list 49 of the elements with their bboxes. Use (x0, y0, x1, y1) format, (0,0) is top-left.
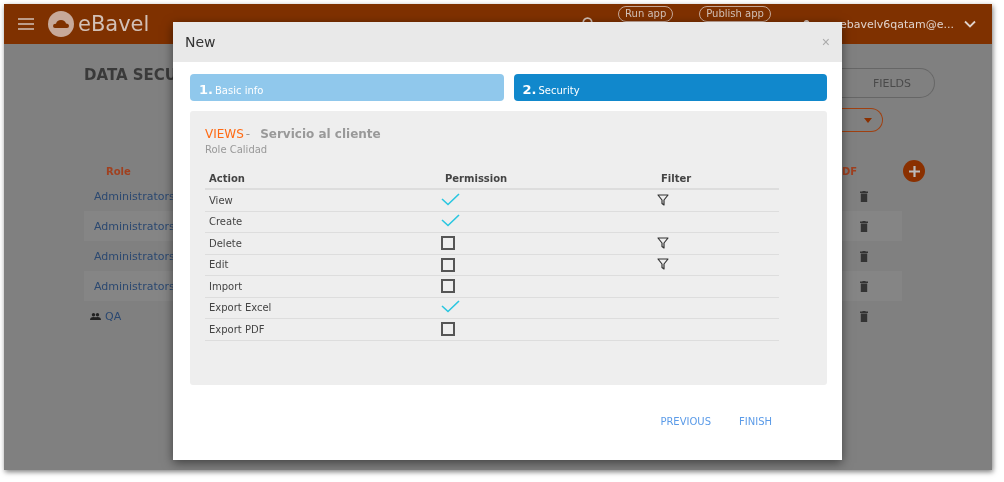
checkbox[interactable] (441, 322, 455, 337)
filter-icon[interactable] (657, 258, 669, 271)
column-header: Role (105, 164, 132, 179)
menu-icon[interactable] (18, 18, 34, 30)
plus-icon (908, 165, 920, 177)
column-header: Filter (660, 173, 693, 184)
trash-icon[interactable] (860, 250, 868, 262)
action-cell-text: Export PDF (208, 323, 266, 335)
filter-icon[interactable] (657, 193, 669, 206)
checkbox[interactable] (441, 257, 455, 272)
action-cell-text: Edit (208, 259, 230, 271)
step-tab[interactable]: 2.Security (513, 74, 827, 101)
checkbox[interactable] (441, 236, 455, 251)
add-button[interactable] (903, 160, 926, 182)
chevron-down-icon[interactable] (964, 20, 976, 28)
role-link[interactable]: Administrators (94, 189, 175, 203)
column-header: Permission (444, 173, 509, 184)
role-name: Role Calidad (205, 144, 269, 155)
caret-icon (864, 117, 872, 123)
trash-icon[interactable] (860, 310, 868, 322)
cloud-logo-icon (48, 11, 74, 37)
dialog-title: New (185, 34, 216, 50)
action-cell-text: Export Excel (208, 302, 273, 314)
check-icon[interactable] (441, 214, 460, 228)
close-button[interactable]: × (821, 34, 830, 50)
separator-text: - (245, 127, 251, 141)
filter-icon[interactable] (657, 236, 669, 249)
people-icon (90, 312, 101, 320)
role-link[interactable]: Administrators (94, 249, 175, 263)
dialog-button[interactable]: FINISH (739, 416, 772, 427)
action-cell-text: Import (208, 280, 244, 292)
trash-icon[interactable] (860, 190, 868, 202)
checkbox[interactable] (441, 279, 455, 294)
check-icon[interactable] (441, 192, 460, 206)
dialog-button[interactable]: PREVIOUS (660, 416, 711, 427)
action-cell-text: View (208, 194, 234, 206)
column-header: DF (842, 165, 858, 177)
section-label: VIEWS (205, 127, 244, 141)
step-tab[interactable]: 1.Basic info (190, 74, 504, 101)
app-name: eBavel (78, 12, 150, 36)
trash-icon[interactable] (860, 220, 868, 232)
action-cell-text: Create (208, 216, 244, 228)
trash-icon[interactable] (860, 280, 868, 292)
check-icon[interactable] (441, 300, 460, 314)
action-cell-text: Delete (208, 237, 243, 249)
role-link[interactable]: QA (105, 309, 122, 323)
user-name[interactable]: ebavelv6qatam@e... (839, 17, 954, 31)
object-name: Servicio al cliente (260, 127, 381, 141)
column-header: Action (208, 173, 246, 184)
